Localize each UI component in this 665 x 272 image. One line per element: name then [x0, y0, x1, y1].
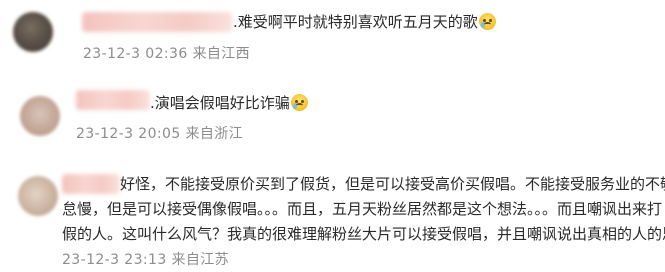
blurred-username[interactable] [82, 12, 232, 32]
comment-text-line: 怠慢，但是可以接受偶像假唱。。。而且，五月天粉丝居然都是这个想法。。。而且嘲讽出… [62, 200, 663, 218]
comment-text: .演唱会假唱好比诈骗 [150, 92, 308, 114]
comment-text-line: 好怪，不能接受原价买到了假货，但是可以接受高价买假唱。不能接受服务业的不敬业 [120, 175, 665, 193]
comments-screenshot: .难受啊平时就特别喜欢听五月天的歌 23-12-3 02:36 来自江西 .演唱… [0, 0, 665, 272]
crying-face-icon [478, 13, 496, 30]
comment-meta: 23-12-3 20:05 来自浙江 [76, 126, 244, 142]
avatar[interactable] [13, 12, 53, 52]
avatar[interactable] [20, 96, 60, 136]
comment-text-line: 假的人。这叫什么风气？我真的很难理解粉丝大片可以接受假唱，并且嘲讽说出真相的人的… [62, 225, 665, 243]
comment-meta: 23-12-3 23:13 来自江苏 [62, 252, 230, 268]
blurred-username[interactable] [76, 90, 150, 110]
avatar[interactable] [18, 176, 58, 216]
comment-text: .难受啊平时就特别喜欢听五月天的歌 [233, 11, 496, 33]
blurred-username[interactable] [62, 174, 120, 194]
crying-laughing-face-icon [290, 94, 308, 111]
comment-meta: 23-12-3 02:36 来自江西 [83, 46, 251, 62]
